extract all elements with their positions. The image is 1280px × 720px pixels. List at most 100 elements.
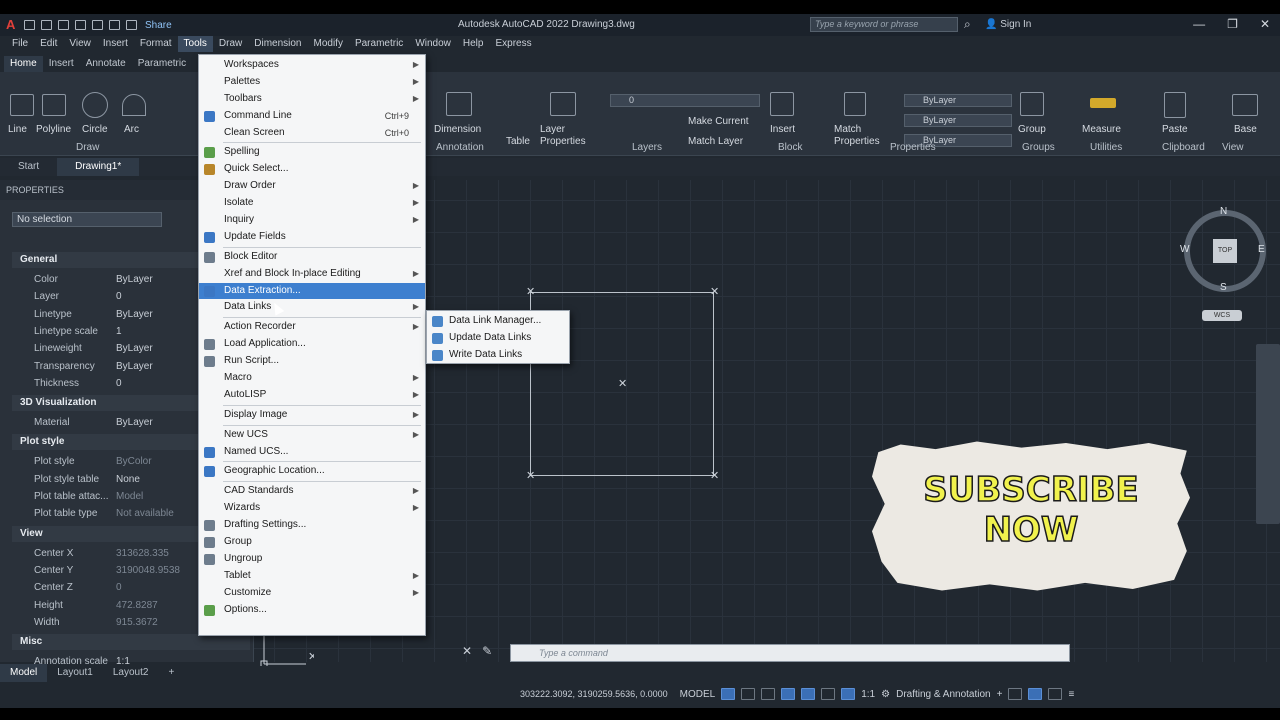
osnap-toggle-icon[interactable] [801,688,816,700]
menu-express[interactable]: Express [489,36,537,52]
menu-edit[interactable]: Edit [34,36,63,52]
menu-help[interactable]: Help [457,36,490,52]
snap-toggle-icon[interactable] [741,688,756,700]
view-panel-label[interactable]: View [1222,142,1244,153]
customize-command-icon[interactable]: ✎ [482,644,492,658]
sign-in-button[interactable]: 👤 Sign In [985,19,1031,30]
autocad-logo-icon[interactable]: A [6,18,18,32]
annotation-panel-label[interactable]: Annotation [436,142,484,153]
save-icon[interactable] [58,20,69,30]
customization-icon[interactable]: ≡ [1068,689,1074,700]
plus-icon[interactable]: + [997,689,1003,700]
property-value[interactable]: None [116,471,140,488]
workspace-switch[interactable]: Drafting & Annotation [896,689,991,700]
open-file-icon[interactable] [41,20,52,30]
menu-item-drafting-settings[interactable]: Drafting Settings... [199,517,425,534]
menu-item-named-ucs[interactable]: Named UCS... [199,444,425,461]
navigation-bar[interactable] [1256,344,1280,524]
base-view-icon[interactable] [1232,94,1258,116]
circle-tool[interactable]: Circle [82,124,108,135]
ribbon-tab-insert[interactable]: Insert [43,56,80,72]
clipboard-panel-label[interactable]: Clipboard [1162,142,1205,153]
measure-tool[interactable]: Measure [1082,124,1121,135]
viewcube-top-face[interactable]: TOP [1213,239,1237,263]
base-tool[interactable]: Base [1234,124,1257,135]
menu-item-data-link-manager[interactable]: Data Link Manager... [427,313,569,330]
compass-east[interactable]: E [1258,244,1265,255]
grip-marker[interactable]: ✕ [710,287,719,298]
menu-item-group[interactable]: Group [199,534,425,551]
viewcube[interactable]: TOP [1184,210,1266,292]
utilities-panel-label[interactable]: Utilities [1090,142,1122,153]
menu-item-command-line[interactable]: Command Line Ctrl+9 [199,108,425,125]
menu-item-draw-order[interactable]: Draw Order ▶ [199,178,425,195]
menu-item-data-links[interactable]: Data Links ▶ [199,299,425,316]
menu-item-isolate[interactable]: Isolate ▶ [199,195,425,212]
menu-item-write-data-links[interactable]: Write Data Links [427,347,569,364]
property-value[interactable]: ByLayer [116,271,153,288]
property-value[interactable]: 0 [116,288,122,305]
polyline-tool[interactable]: Polyline [36,124,71,135]
grip-marker[interactable]: ✕ [710,471,719,482]
menu-item-spelling[interactable]: Spelling [199,144,425,161]
menu-tools[interactable]: Tools [177,36,213,52]
menu-item-update-data-links[interactable]: Update Data Links [427,330,569,347]
property-value[interactable]: 472.8287 [116,597,158,614]
menu-format[interactable]: Format [134,36,178,52]
tab-model[interactable]: Model [0,664,48,682]
ribbon-tab-annotate[interactable]: Annotate [80,56,132,72]
menu-item-xref-and-block-in-place-editing[interactable]: Xref and Block In-place Editing ▶ [199,266,425,283]
search-icon[interactable]: ⌕ [964,17,971,32]
color-combo[interactable]: ByLayer [904,94,1012,107]
property-value[interactable]: ByLayer [116,306,153,323]
insert-block-icon[interactable] [770,92,794,116]
layer-properties-tool[interactable]: Layer Properties [540,124,590,148]
property-value[interactable]: ByLayer [116,414,153,431]
layers-panel-label[interactable]: Layers [632,142,662,153]
lineweight-combo[interactable]: ByLayer [904,114,1012,127]
properties-panel-label[interactable]: Properties [890,142,936,153]
annotation-scale[interactable]: 1:1 [861,689,875,700]
groups-panel-label[interactable]: Groups [1022,142,1055,153]
menu-item-customize[interactable]: Customize ▶ [199,585,425,602]
command-input[interactable]: Type a command [510,644,1070,662]
compass-west[interactable]: W [1180,244,1189,255]
new-file-icon[interactable] [24,20,35,30]
ribbon-tab-parametric[interactable]: Parametric [132,56,192,72]
coordinate-readout[interactable]: 303222.3092, 3190259.5636, 0.0000 [514,689,674,699]
section-misc[interactable]: Misc [12,634,250,651]
property-value[interactable]: 0 [116,375,122,392]
menu-draw[interactable]: Draw [213,36,248,52]
menu-item-ungroup[interactable]: Ungroup [199,551,425,568]
draw-panel-label[interactable]: Draw [76,142,99,153]
menu-item-update-fields[interactable]: Update Fields [199,229,425,246]
layer-properties-icon[interactable] [550,92,576,116]
maximize-icon[interactable]: ❐ [1227,17,1238,31]
grip-marker[interactable]: ✕ [526,287,535,298]
selection-dropdown[interactable]: No selection [12,212,162,227]
line-tool-icon[interactable] [10,94,34,116]
menu-insert[interactable]: Insert [97,36,134,52]
property-value[interactable]: ByColor [116,453,152,470]
menu-item-clean-screen[interactable]: Clean Screen Ctrl+0 [199,125,425,142]
property-value[interactable]: 3190048.9538 [116,562,180,579]
grid-toggle-icon[interactable] [721,688,736,700]
menu-item-toolbars[interactable]: Toolbars ▶ [199,91,425,108]
menu-item-load-application[interactable]: Load Application... [199,336,425,353]
property-value[interactable]: 0 [116,579,122,596]
close-icon[interactable]: ✕ [1260,17,1270,31]
menu-item-display-image[interactable]: Display Image ▶ [199,407,425,424]
menu-item-wizards[interactable]: Wizards ▶ [199,500,425,517]
menu-item-action-recorder[interactable]: Action Recorder ▶ [199,319,425,336]
menu-item-cad-standards[interactable]: CAD Standards ▶ [199,483,425,500]
measure-icon[interactable] [1090,98,1116,108]
minimize-icon[interactable]: — [1193,17,1205,31]
menu-modify[interactable]: Modify [308,36,349,52]
block-panel-label[interactable]: Block [778,142,802,153]
match-layer-tool[interactable]: Match Layer [688,136,743,147]
arc-tool[interactable]: Arc [124,124,139,135]
ortho-toggle-icon[interactable] [761,688,776,700]
model-space-button[interactable]: MODEL [680,689,716,700]
add-layout-button[interactable]: + [158,664,184,682]
match-properties-tool[interactable]: Match Properties [834,124,880,148]
